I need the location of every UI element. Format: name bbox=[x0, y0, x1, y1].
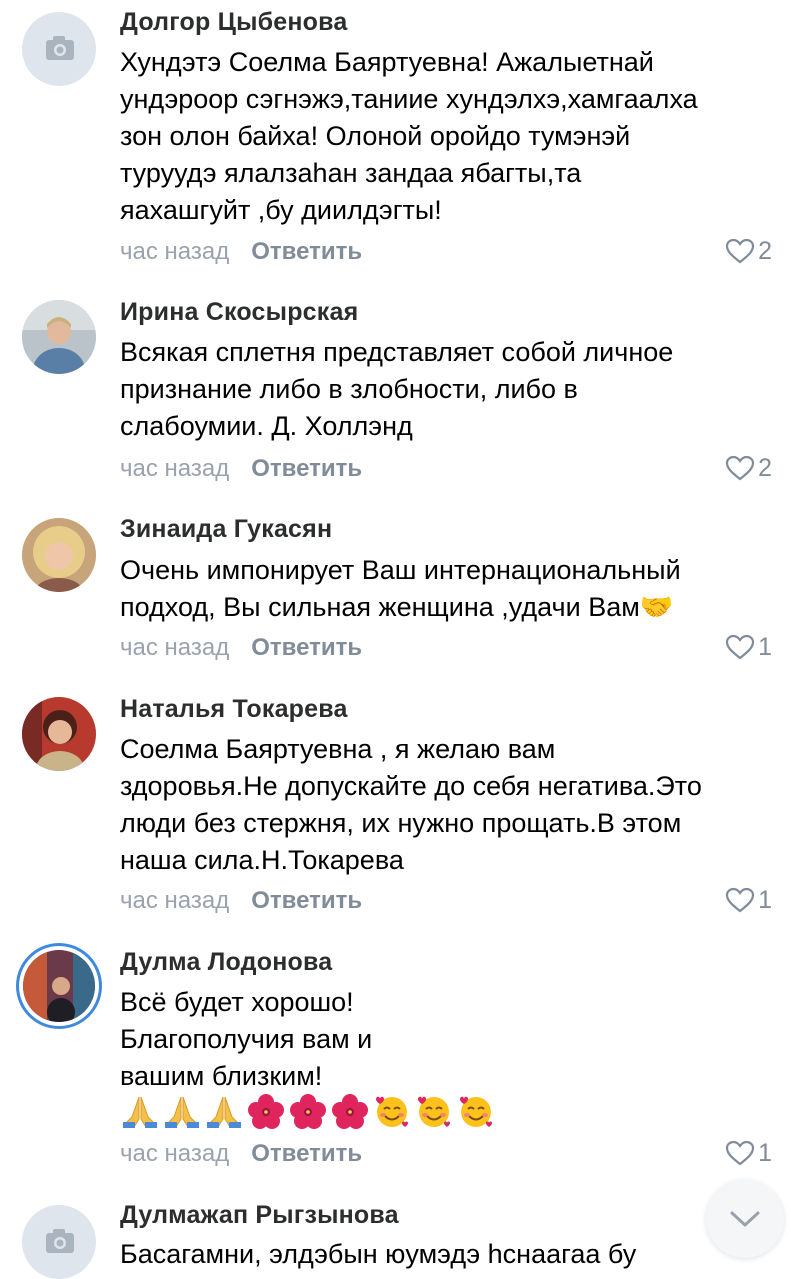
avatar[interactable] bbox=[22, 518, 96, 592]
comment-text: Очень импонирует Ваш интернациональный п… bbox=[120, 555, 681, 622]
reply-button[interactable]: Ответить bbox=[251, 238, 362, 265]
pray-emoji-icon bbox=[207, 1096, 241, 1128]
reply-button[interactable]: Ответить bbox=[251, 1140, 362, 1167]
avatar[interactable] bbox=[22, 300, 96, 374]
comment-meta: час назад Ответить bbox=[120, 238, 362, 268]
like-count: 2 bbox=[758, 453, 772, 482]
hibiscus-emoji-icon bbox=[332, 1094, 368, 1129]
comment-text: Басагамни, элдэбын юумэдэ hснаагаа бу bbox=[120, 1239, 637, 1269]
comment-meta: час назад Ответить bbox=[120, 455, 362, 485]
comment-time: час назад bbox=[120, 238, 230, 265]
comment-author[interactable]: Зинаида Гукасян bbox=[120, 515, 332, 544]
emoji-row bbox=[120, 1093, 496, 1129]
comment-time: час назад bbox=[120, 887, 230, 914]
smiling-face-hearts-emoji-icon bbox=[460, 1096, 492, 1127]
comment-author[interactable]: Долгор Цыбенова bbox=[120, 8, 348, 37]
avatar-placeholder[interactable] bbox=[22, 1205, 96, 1279]
comment-text: Хундэтэ Соелма Баяртуевна! Ажалыетнай ун… bbox=[120, 47, 698, 225]
comment-meta: час назад Ответить bbox=[120, 887, 362, 917]
hibiscus-emoji-icon bbox=[248, 1094, 284, 1129]
smiling-face-hearts-emoji-icon bbox=[418, 1096, 450, 1127]
heart-icon bbox=[725, 1140, 755, 1166]
heart-icon bbox=[725, 238, 755, 264]
like-button[interactable]: 2 bbox=[725, 453, 772, 483]
like-count: 1 bbox=[758, 885, 772, 914]
like-count: 1 bbox=[758, 1138, 772, 1167]
avatar[interactable] bbox=[22, 697, 96, 771]
like-button[interactable]: 1 bbox=[725, 1138, 772, 1168]
comment-text: Всякая сплетня представляет собой личное… bbox=[120, 337, 674, 441]
like-button[interactable]: 2 bbox=[725, 236, 772, 266]
heart-icon bbox=[725, 455, 755, 481]
camera-icon bbox=[46, 1229, 74, 1253]
comment-author[interactable]: Ирина Скосырская bbox=[120, 298, 358, 327]
avatar-story[interactable] bbox=[16, 943, 102, 1029]
comment-time: час назад bbox=[120, 1140, 230, 1167]
like-button[interactable]: 1 bbox=[725, 885, 772, 915]
pray-emoji-icon bbox=[123, 1096, 157, 1128]
camera-icon bbox=[46, 36, 74, 60]
avatar-placeholder[interactable] bbox=[22, 12, 96, 86]
comment-meta: час назад Ответить bbox=[120, 1140, 362, 1170]
comment-meta: час назад Ответить bbox=[120, 634, 362, 664]
reply-button[interactable]: Ответить bbox=[251, 887, 362, 914]
comment-author[interactable]: Дулма Лодонова bbox=[120, 948, 332, 977]
heart-icon bbox=[725, 887, 755, 913]
comment-author[interactable]: Наталья Токарева bbox=[120, 695, 348, 724]
comment-author[interactable]: Дулмажап Рыгзынова bbox=[120, 1201, 399, 1230]
smiling-face-hearts-emoji-icon bbox=[376, 1096, 408, 1127]
comment-text: Соелма Баяртуевна , я желаю вам здоровья… bbox=[120, 734, 702, 875]
reply-button[interactable]: Ответить bbox=[251, 634, 362, 661]
scroll-down-button[interactable] bbox=[706, 1180, 784, 1258]
heart-icon bbox=[725, 634, 755, 660]
like-button[interactable]: 1 bbox=[725, 632, 772, 662]
hibiscus-emoji-icon bbox=[290, 1094, 326, 1129]
comment-time: час назад bbox=[120, 634, 230, 661]
reply-button[interactable]: Ответить bbox=[251, 455, 362, 482]
comment-time: час назад bbox=[120, 455, 230, 482]
comment-text: Всё будет хорошо! Благополучия вам и ваш… bbox=[120, 987, 373, 1091]
like-count: 2 bbox=[758, 236, 772, 265]
chevron-down-icon bbox=[730, 1211, 760, 1227]
like-count: 1 bbox=[758, 632, 772, 661]
pray-emoji-icon bbox=[165, 1096, 199, 1128]
